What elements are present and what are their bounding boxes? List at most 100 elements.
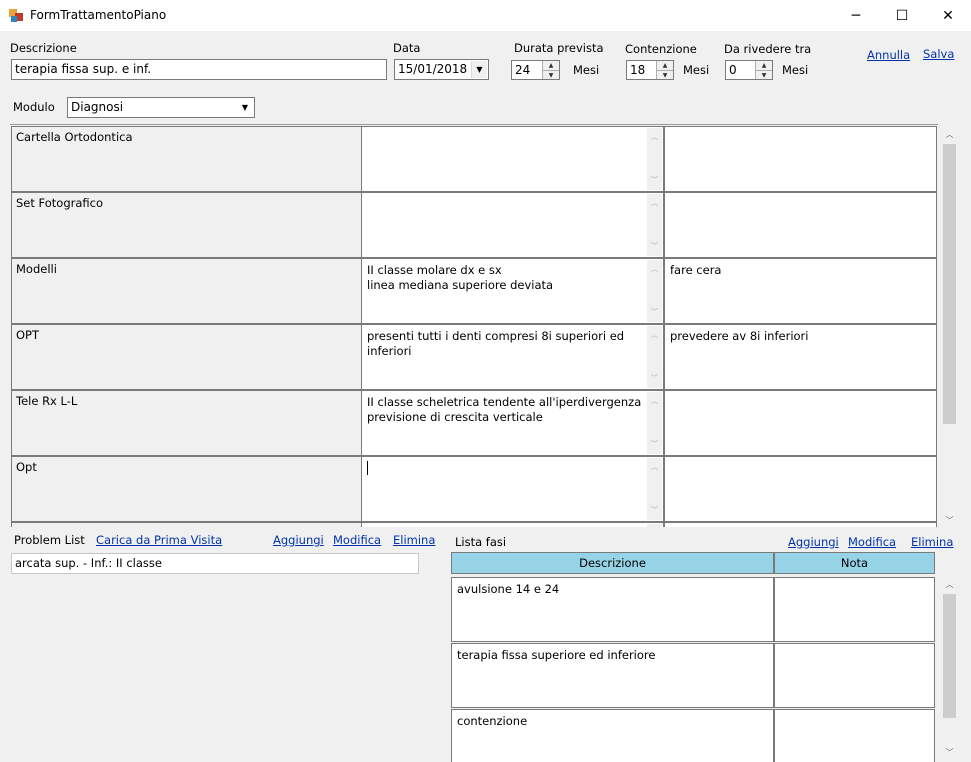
scroll-up-arrow-icon[interactable]: ︿ — [941, 576, 958, 592]
fasi-scrollbar[interactable]: ︿ ﹀ — [941, 576, 958, 762]
row-note-field[interactable] — [664, 390, 937, 456]
data-value: 15/01/2018 — [398, 62, 468, 76]
scroll-down-arrow-icon[interactable]: ﹀ — [651, 503, 658, 518]
row-note-field[interactable] — [664, 126, 937, 192]
row-text-scrollbar[interactable]: ︿﹀ — [647, 458, 662, 520]
scroll-down-arrow-icon[interactable]: ﹀ — [941, 512, 958, 528]
chevron-down-icon[interactable]: ▼ — [237, 99, 253, 116]
row-note-field[interactable]: fare cera — [664, 258, 937, 324]
rivedere-unit: Mesi — [782, 63, 809, 77]
problem-list-box[interactable]: arcata sup. - Inf.: II classe — [11, 553, 419, 574]
spin-up-icon[interactable]: ▲ — [657, 61, 673, 71]
column-header-descrizione[interactable]: Descrizione — [451, 552, 774, 574]
fase-descrizione-cell[interactable]: avulsione 14 e 24 — [451, 577, 774, 642]
diagnosi-scrollbar[interactable]: ︿ ﹀ — [941, 126, 958, 528]
row-text-field[interactable]: presenti tutti i denti compresi 8i super… — [361, 324, 664, 390]
row-note-field[interactable] — [664, 456, 937, 522]
row-note-field[interactable]: prevedere av 8i inferiori — [664, 324, 937, 390]
scroll-up-arrow-icon[interactable]: ︿ — [651, 394, 658, 409]
row-text-field[interactable]: ︿﹀ — [361, 522, 664, 527]
spin-down-icon[interactable]: ▼ — [543, 71, 559, 79]
rivedere-stepper[interactable]: 0 ▲ ▼ — [725, 60, 773, 80]
scroll-down-arrow-icon[interactable]: ﹀ — [651, 305, 658, 320]
scroll-down-arrow-icon[interactable]: ﹀ — [651, 371, 658, 386]
fasi-grid: avulsione 14 e 24 terapia fissa superiore… — [450, 576, 938, 762]
app-form-icon — [9, 9, 23, 22]
annulla-link[interactable]: Annulla — [867, 48, 910, 62]
row-text-scrollbar[interactable]: ︿﹀ — [647, 392, 662, 454]
descrizione-label: Descrizione — [10, 41, 77, 55]
window-title: FormTrattamentoPiano — [30, 8, 167, 22]
scroll-up-arrow-icon[interactable]: ︿ — [651, 460, 658, 475]
scroll-up-arrow-icon[interactable]: ︿ — [651, 262, 658, 277]
row-text-scrollbar[interactable]: ︿﹀ — [647, 260, 662, 322]
row-text-field[interactable]: ︿﹀ — [361, 126, 664, 192]
spin-up-icon[interactable]: ▲ — [756, 61, 772, 71]
row-note-field[interactable] — [664, 192, 937, 258]
scroll-up-arrow-icon[interactable]: ︿ — [651, 130, 658, 145]
scroll-down-arrow-icon[interactable]: ﹀ — [651, 173, 658, 188]
row-text-scrollbar[interactable]: ︿﹀ — [647, 326, 662, 388]
fase-nota-cell[interactable] — [774, 577, 935, 642]
list-item[interactable]: arcata sup. - Inf.: II classe — [15, 556, 415, 570]
row-text-field[interactable]: ︿﹀ — [361, 456, 664, 522]
row-text-field[interactable]: II classe molare dx e sx linea mediana s… — [361, 258, 664, 324]
table-row: Cartella Ortodontica ︿ ﹀ — [11, 126, 937, 192]
rivedere-value: 0 — [729, 63, 737, 77]
contenzione-unit: Mesi — [683, 63, 710, 77]
salva-link[interactable]: Salva — [923, 47, 954, 61]
scroll-up-arrow-icon[interactable]: ︿ — [651, 328, 658, 343]
maximize-button[interactable]: ☐ — [879, 0, 925, 31]
problem-elimina-link[interactable]: Elimina — [393, 533, 435, 547]
chevron-down-icon[interactable]: ▼ — [471, 61, 487, 78]
fasi-modifica-link[interactable]: Modifica — [848, 535, 896, 549]
scroll-up-arrow-icon[interactable]: ︿ — [651, 526, 658, 527]
close-icon: ✕ — [942, 7, 954, 24]
row-label: OPT — [11, 324, 361, 390]
row-label: Set Fotografico — [11, 192, 361, 258]
data-date-picker[interactable]: 15/01/2018 ▼ — [394, 59, 489, 80]
row-text-scrollbar[interactable]: ︿﹀ — [647, 524, 662, 527]
rivedere-label: Da rivedere tra — [724, 42, 812, 56]
fase-descrizione-cell[interactable]: terapia fissa superiore ed inferiore — [451, 643, 774, 708]
durata-stepper[interactable]: 24 ▲ ▼ — [511, 60, 560, 80]
scrollbar-thumb[interactable] — [943, 594, 956, 718]
scroll-down-arrow-icon[interactable]: ﹀ — [651, 239, 658, 254]
scroll-up-arrow-icon[interactable]: ︿ — [941, 126, 958, 142]
fasi-aggiungi-link[interactable]: Aggiungi — [788, 535, 839, 549]
scroll-down-arrow-icon[interactable]: ﹀ — [651, 437, 658, 452]
modulo-value: Diagnosi — [71, 100, 124, 114]
durata-label: Durata prevista — [514, 41, 604, 55]
row-text-scrollbar[interactable]: ︿﹀ — [647, 194, 662, 256]
fasi-elimina-link[interactable]: Elimina — [911, 535, 953, 549]
row-text-scrollbar[interactable]: ︿﹀ — [647, 128, 662, 190]
table-row: Tele Rx L-L II classe scheletrica tendent… — [11, 390, 937, 456]
descrizione-input[interactable]: terapia fissa sup. e inf. — [11, 59, 387, 80]
spin-down-icon[interactable]: ▼ — [657, 71, 673, 79]
scroll-up-arrow-icon[interactable]: ︿ — [651, 196, 658, 211]
minimize-button[interactable]: ─ — [833, 0, 879, 31]
spin-up-icon[interactable]: ▲ — [543, 61, 559, 71]
row-note-field[interactable] — [664, 522, 937, 527]
scroll-down-arrow-icon[interactable]: ﹀ — [941, 744, 958, 760]
fase-descrizione-cell[interactable]: contenzione — [451, 709, 774, 762]
problem-modifica-link[interactable]: Modifica — [333, 533, 381, 547]
spin-down-icon[interactable]: ▼ — [756, 71, 772, 79]
modulo-select[interactable]: Diagnosi ▼ — [67, 97, 255, 118]
carica-prima-visita-link[interactable]: Carica da Prima Visita — [96, 533, 222, 547]
row-text-field[interactable]: II classe scheletrica tendente all'iperd… — [361, 390, 664, 456]
fase-nota-cell[interactable] — [774, 709, 935, 762]
maximize-icon: ☐ — [895, 7, 909, 24]
problem-list-label: Problem List — [14, 533, 85, 547]
column-header-nota[interactable]: Nota — [774, 552, 935, 574]
close-button[interactable]: ✕ — [925, 0, 971, 31]
row-text-field[interactable]: ︿﹀ — [361, 192, 664, 258]
contenzione-stepper[interactable]: 18 ▲ ▼ — [626, 60, 674, 80]
table-row: Modelli II classe molare dx e sx linea me… — [11, 258, 937, 324]
fase-nota-cell[interactable] — [774, 643, 935, 708]
problem-aggiungi-link[interactable]: Aggiungi — [273, 533, 324, 547]
row-label: Tele Rx L-L — [11, 390, 361, 456]
modulo-label: Modulo — [13, 100, 55, 114]
row-label: Cartella Ortodontica — [11, 126, 361, 192]
scrollbar-thumb[interactable] — [943, 144, 956, 424]
